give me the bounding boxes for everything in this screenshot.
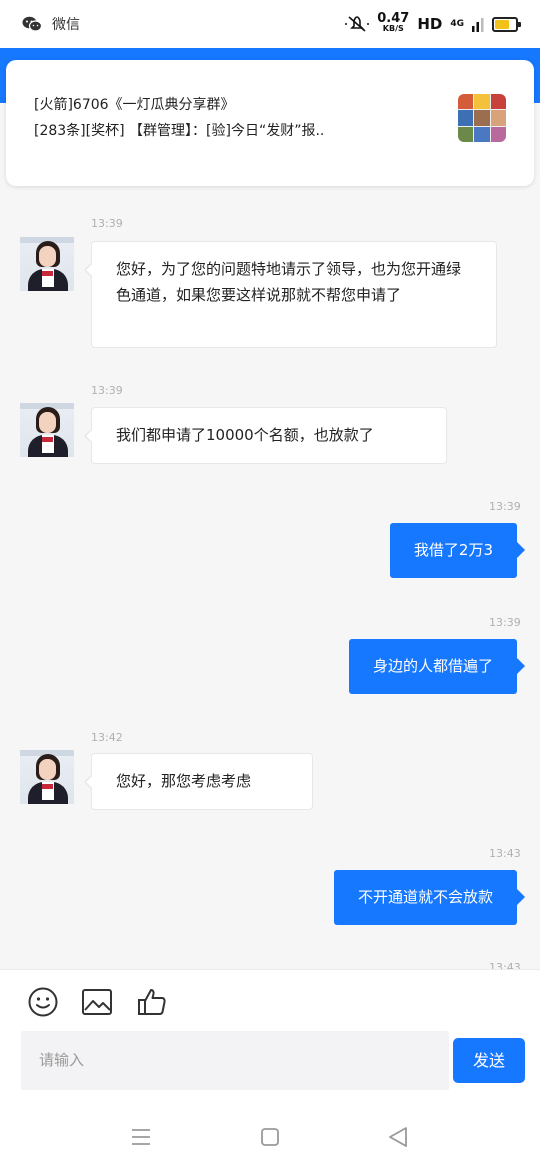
thumbs-up-icon[interactable]: [136, 986, 168, 1018]
signal-icon: [472, 18, 484, 32]
message-bubble-outgoing[interactable]: 身边的人都借遍了: [348, 639, 526, 694]
group-last-message: [283条][奖杯] 【群管理】：[验]今日“发财”报..: [34, 123, 325, 139]
message-time: 13:43: [489, 961, 521, 969]
mute-bell-icon: [345, 16, 370, 32]
speed-unit: KB/S: [382, 24, 404, 33]
group-avatar: [458, 94, 506, 142]
message-time: 13:39: [489, 616, 521, 629]
status-right: 0.47 KB/S HD 4G: [345, 11, 521, 34]
back-triangle-icon[interactable]: [385, 1124, 411, 1150]
message-bubble-outgoing[interactable]: 我借了2万3: [389, 523, 526, 578]
message-time: 13:39: [489, 500, 521, 513]
menu-icon[interactable]: [128, 1124, 154, 1150]
system-nav-bar: [0, 1104, 540, 1170]
message-bubble-incoming[interactable]: 您好，为了您的问题特地请示了领导，也为您开通绿色通道，如果您要这样说那就不帮您申…: [84, 241, 497, 348]
message-bubble-incoming[interactable]: 我们都申请了10000个名额，也放款了: [84, 407, 447, 464]
group-name: [火箭]6706《一灯瓜典分享群》: [34, 97, 235, 113]
send-button[interactable]: 发送: [453, 1038, 525, 1083]
message-bubble-incoming[interactable]: 您好，那您考虑考虑: [84, 753, 313, 810]
avatar[interactable]: [20, 403, 74, 457]
hd-badge: HD: [417, 15, 443, 33]
message-time: 13:42: [91, 731, 123, 744]
group-notice-card[interactable]: [火箭]6706《一灯瓜典分享群》 [283条][奖杯] 【群管理】：[验]今日…: [6, 60, 534, 186]
home-square-icon[interactable]: [257, 1124, 283, 1150]
battery-icon: [492, 16, 521, 32]
network-type: 4G: [450, 19, 464, 29]
avatar[interactable]: [20, 750, 74, 804]
status-bar: 微信 0.47 KB/S HD 4G: [0, 0, 540, 48]
smiley-icon[interactable]: [27, 986, 59, 1018]
message-bubble-outgoing[interactable]: 不开通道就不会放款: [333, 870, 526, 925]
network-speed: 0.47 KB/S: [377, 11, 410, 34]
message-input[interactable]: 请输入: [21, 1031, 449, 1090]
message-time: 13:39: [91, 384, 123, 397]
composer: 请输入 发送: [0, 969, 540, 1105]
chat-area[interactable]: 13:39 您好，为了您的问题特地请示了领导，也为您开通绿色通道，如果您要这样说…: [0, 190, 540, 970]
message-time: 13:43: [489, 847, 521, 860]
status-left: 微信: [22, 14, 80, 34]
speed-value: 0.47: [377, 11, 410, 26]
image-icon[interactable]: [81, 986, 113, 1018]
message-time: 13:39: [91, 217, 123, 230]
wechat-icon: [22, 16, 42, 32]
app-name: 微信: [52, 17, 80, 33]
battery-fill: [495, 19, 509, 29]
avatar[interactable]: [20, 237, 74, 291]
